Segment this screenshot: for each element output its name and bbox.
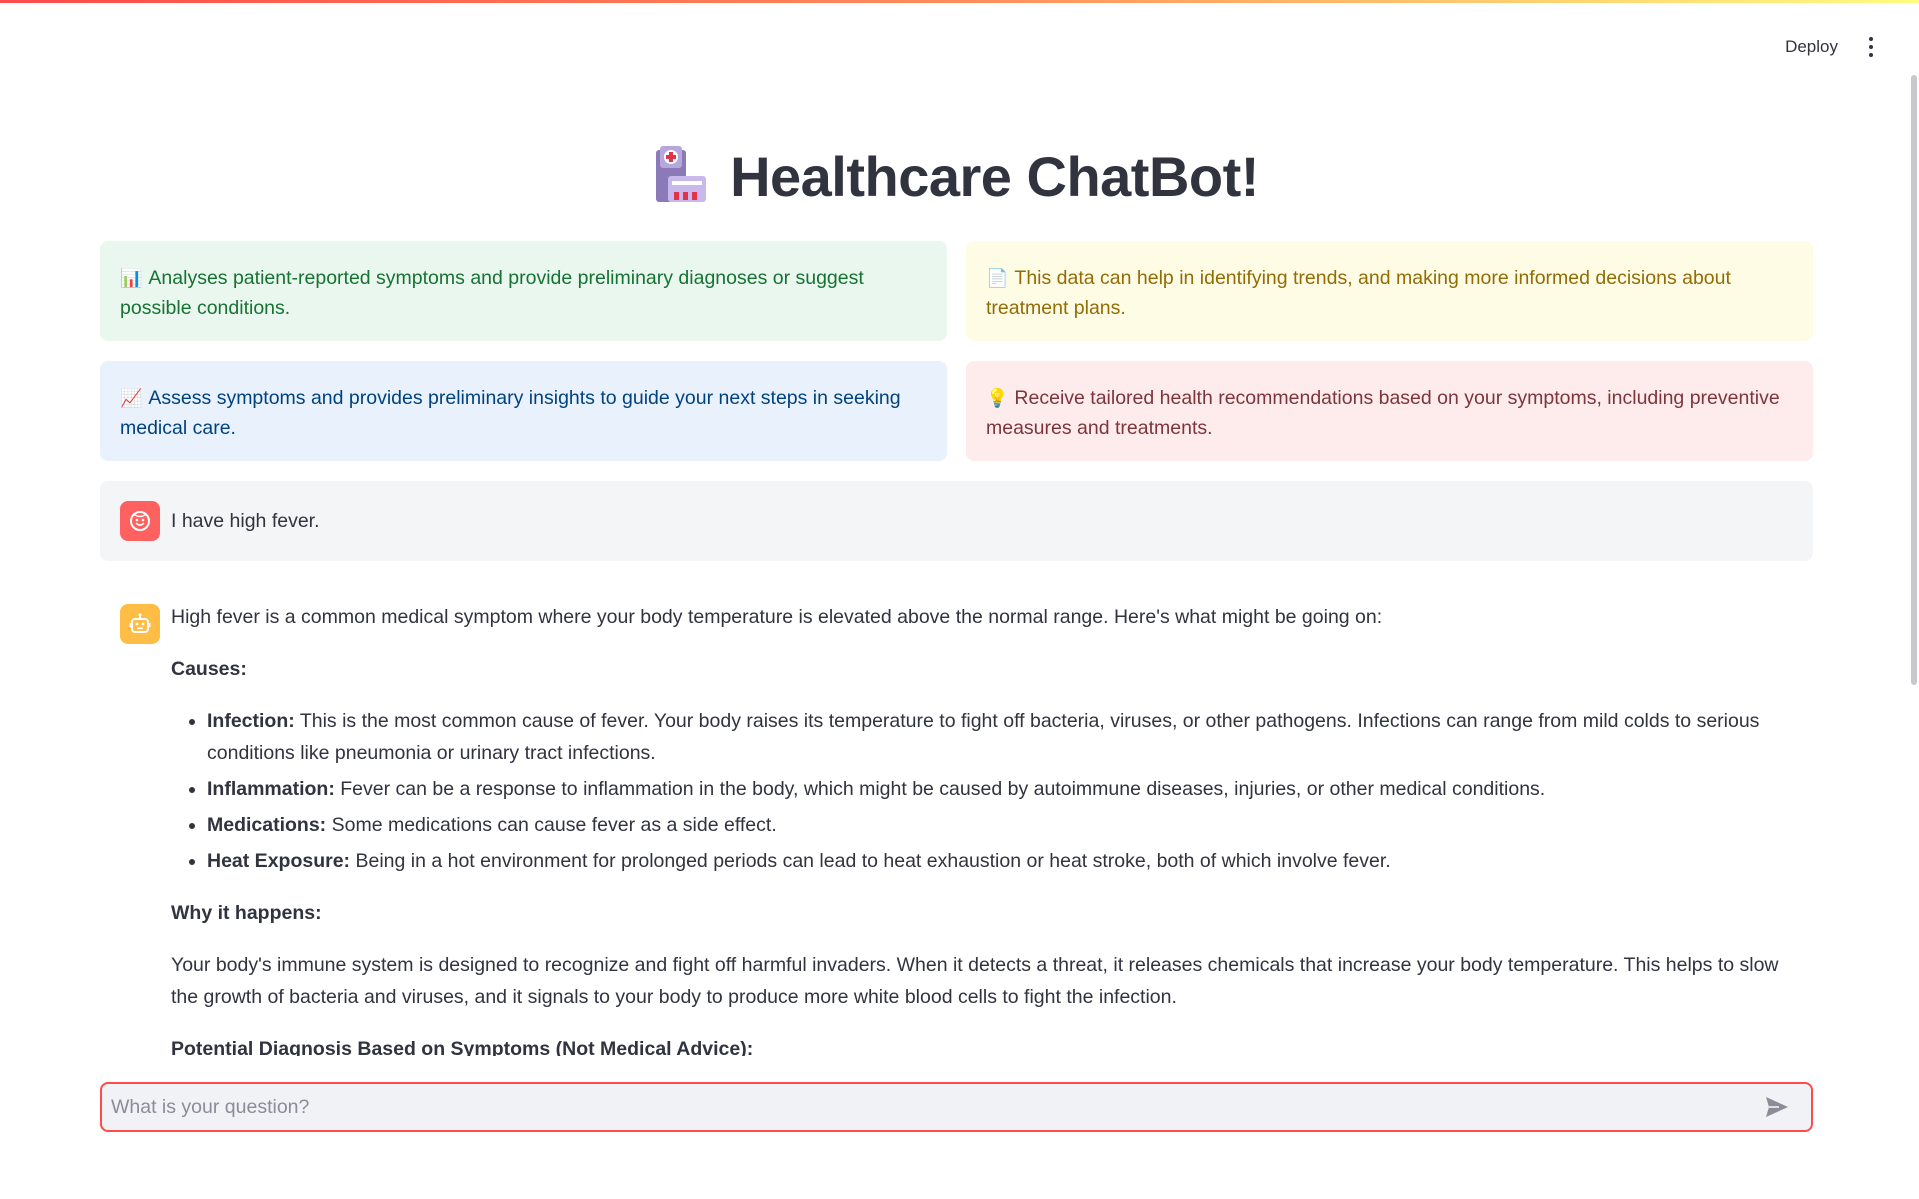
- why-text: Your body's immune system is designed to…: [171, 954, 1779, 1008]
- send-icon[interactable]: [1757, 1087, 1797, 1127]
- bar-chart-icon: 📊: [120, 268, 143, 288]
- card-text: Assess symptoms and provides preliminary…: [120, 387, 901, 439]
- user-chat-message: I have high fever.: [100, 481, 1813, 561]
- user-avatar-icon: [120, 501, 160, 541]
- app-header: Deploy: [0, 3, 1919, 87]
- assistant-chat-message: High fever is a common medical symptom w…: [100, 581, 1813, 1056]
- card-text: Receive tailored health recommendations …: [986, 387, 1780, 439]
- user-message-text: I have high fever.: [171, 509, 320, 532]
- robot-avatar-icon: [120, 604, 160, 644]
- feature-cards: 📊 Analyses patient-reported symptoms and …: [100, 241, 1813, 461]
- title-row: Healthcare ChatBot!: [100, 111, 1813, 241]
- list-item: Heat Exposure: Being in a hot environmen…: [207, 845, 1793, 877]
- card-text: This data can help in identifying trends…: [986, 267, 1731, 319]
- document-icon: 📄: [986, 268, 1009, 288]
- diagnosis-heading: Potential Diagnosis Based on Symptoms (N…: [171, 1038, 754, 1056]
- cause-text: Fever can be a response to inflammation …: [334, 778, 1546, 800]
- list-item: Medications: Some medications can cause …: [207, 809, 1793, 841]
- causes-heading: Causes:: [171, 658, 247, 680]
- trending-chart-icon: 📈: [120, 388, 143, 408]
- cause-term: Medications:: [207, 814, 327, 836]
- causes-list: Infection: This is the most common cause…: [171, 705, 1793, 877]
- info-card-trends: 📄 This data can help in identifying trend…: [966, 241, 1813, 341]
- assistant-intro-text: High fever is a common medical symptom w…: [171, 606, 1383, 628]
- main-content: Healthcare ChatBot! 📊 Analyses patient-re…: [100, 88, 1813, 1056]
- card-text: Analyses patient-reported symptoms and p…: [120, 267, 864, 319]
- cause-text: Being in a hot environment for prolonged…: [350, 850, 1391, 872]
- cause-term: Heat Exposure:: [207, 850, 351, 872]
- cause-text: Some medications can cause fever as a si…: [326, 814, 777, 836]
- page-title: Healthcare ChatBot!: [730, 144, 1259, 208]
- chat-input[interactable]: [102, 1094, 1757, 1120]
- cause-text: This is the most common cause of fever. …: [207, 710, 1760, 764]
- list-item: Inflammation: Fever can be a response to…: [207, 773, 1793, 805]
- cause-term: Infection:: [207, 710, 295, 732]
- info-card-assess: 📈 Assess symptoms and provides preliminar…: [100, 361, 947, 461]
- info-card-recommendations: 💡 Receive tailored health recommendations…: [966, 361, 1813, 461]
- list-item: Infection: This is the most common cause…: [207, 705, 1793, 769]
- deploy-button[interactable]: Deploy: [1779, 33, 1844, 61]
- info-card-analyses: 📊 Analyses patient-reported symptoms and …: [100, 241, 947, 341]
- why-heading: Why it happens:: [171, 902, 322, 924]
- main-menu-icon[interactable]: [1859, 33, 1883, 61]
- assistant-message-body: High fever is a common medical symptom w…: [171, 601, 1793, 1056]
- light-bulb-icon: 💡: [986, 388, 1009, 408]
- scrollbar[interactable]: [1911, 75, 1917, 685]
- chat-input-container: [100, 1082, 1813, 1132]
- hospital-icon: [656, 146, 707, 202]
- cause-term: Inflammation:: [207, 778, 335, 800]
